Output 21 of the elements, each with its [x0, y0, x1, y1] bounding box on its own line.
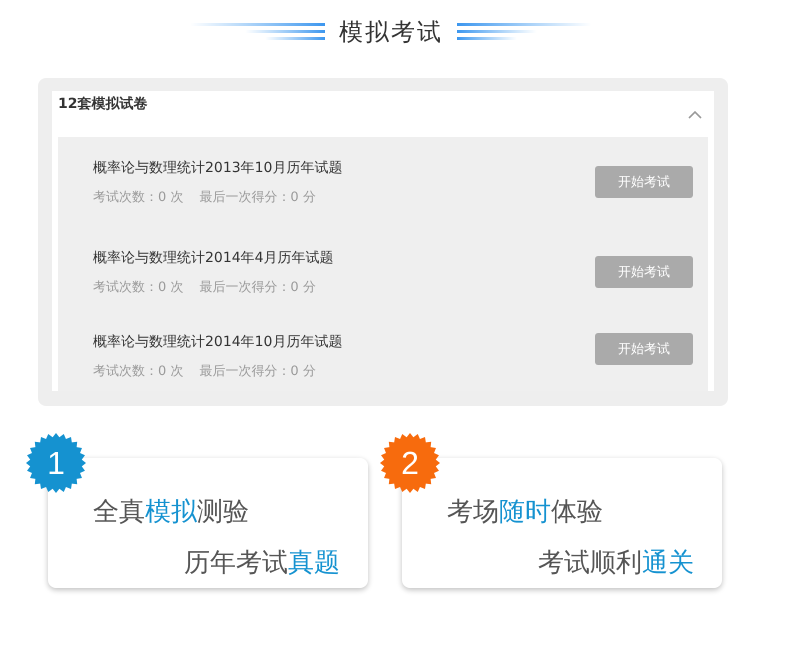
section-title: 模拟考试 — [339, 17, 443, 48]
feature-text: 考试顺利通关 — [537, 547, 694, 580]
last-score: 最后一次得分：0 分 — [199, 278, 316, 296]
attempt-count: 考试次数：0 次 — [93, 188, 184, 206]
attempt-count: 考试次数：0 次 — [93, 363, 184, 380]
number-badge: 2 — [380, 433, 440, 493]
attempt-count: 考试次数：0 次 — [93, 278, 184, 296]
feature-text: 考场随时体验 — [447, 496, 604, 529]
exam-name: 概率论与数理统计2013年10月历年试题 — [93, 158, 342, 176]
panel-title: 12套模拟试卷 — [58, 95, 148, 113]
number-badge: 1 — [26, 433, 86, 493]
last-score: 最后一次得分：0 分 — [199, 363, 316, 380]
start-exam-button[interactable]: 开始考试 — [595, 256, 693, 288]
collapse-icon[interactable] — [688, 110, 702, 118]
feature-text: 历年考试真题 — [183, 547, 340, 580]
start-exam-button[interactable]: 开始考试 — [595, 166, 693, 198]
exam-name: 概率论与数理统计2014年10月历年试题 — [93, 333, 342, 351]
feature-text: 全真模拟测验 — [93, 496, 250, 529]
last-score: 最后一次得分：0 分 — [199, 188, 316, 206]
start-exam-button[interactable]: 开始考试 — [595, 333, 693, 365]
exam-name: 概率论与数理统计2014年4月历年试题 — [93, 248, 334, 266]
